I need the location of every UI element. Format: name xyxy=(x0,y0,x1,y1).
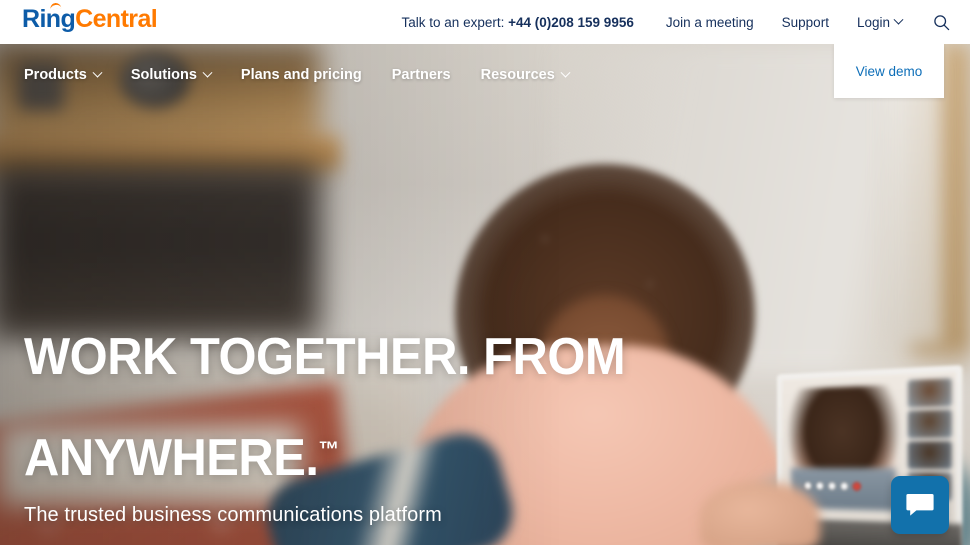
nav-label-plans-and-pricing: Plans and pricing xyxy=(240,67,362,83)
nav-item-products[interactable]: Products xyxy=(24,67,103,83)
nav-item-solutions[interactable]: Solutions xyxy=(130,67,213,83)
join-a-meeting-label: Join a meeting xyxy=(665,14,754,30)
utility-links: Talk to an expert: +44 (0)208 159 9956 J… xyxy=(402,0,970,44)
chevron-down-icon xyxy=(893,14,904,25)
nav-label-resources: Resources xyxy=(480,67,555,83)
nav-item-plans-and-pricing[interactable]: Plans and pricing xyxy=(241,67,362,83)
trademark-symbol: ™ xyxy=(318,436,340,462)
logo-text-ring: Ring xyxy=(22,5,76,33)
hero-headline: WORK TOGETHER. FROM ANYWHERE.™ xyxy=(24,282,626,488)
login-menu[interactable]: Login xyxy=(856,14,904,30)
talk-to-expert: Talk to an expert: +44 (0)208 159 9956 xyxy=(402,15,634,30)
search-icon xyxy=(933,14,950,31)
top-utility-bar: Ring Central Talk to an expert: +44 (0)20… xyxy=(0,0,970,44)
hero-headline-line2: ANYWHERE. xyxy=(24,429,319,488)
hero-section: Products Solutions Plans and pricing Par… xyxy=(0,44,970,545)
logo-text-central: Central xyxy=(75,5,158,33)
hero-subheadline: The trusted business communications plat… xyxy=(24,503,442,526)
chat-widget-button[interactable] xyxy=(891,476,949,534)
hero-copy: WORK TOGETHER. FROM ANYWHERE.™ The trust… xyxy=(24,282,664,545)
search-button[interactable] xyxy=(930,11,952,33)
chevron-down-icon xyxy=(202,67,213,78)
nav-item-partners[interactable]: Partners xyxy=(392,67,451,83)
view-demo-nav-button[interactable]: View demo xyxy=(834,44,944,98)
support-link[interactable]: Support xyxy=(782,15,829,30)
login-label: Login xyxy=(856,14,890,30)
nav-item-resources[interactable]: Resources xyxy=(480,67,571,83)
nav-label-partners: Partners xyxy=(391,67,451,83)
chevron-down-icon xyxy=(560,67,571,78)
talk-to-expert-label: Talk to an expert: xyxy=(401,14,505,30)
chevron-down-icon xyxy=(92,67,103,78)
main-navigation: Products Solutions Plans and pricing Par… xyxy=(0,44,970,106)
chat-bubble-icon xyxy=(905,492,935,518)
join-a-meeting-link[interactable]: Join a meeting xyxy=(666,15,754,30)
phone-number-link[interactable]: +44 (0)208 159 9956 xyxy=(508,15,634,30)
support-label: Support xyxy=(781,14,829,30)
nav-label-solutions: Solutions xyxy=(130,67,197,83)
ringcentral-logo[interactable]: Ring Central xyxy=(22,2,158,33)
nav-label-products: Products xyxy=(24,67,87,83)
hero-headline-line1: WORK TOGETHER. FROM xyxy=(24,328,626,387)
